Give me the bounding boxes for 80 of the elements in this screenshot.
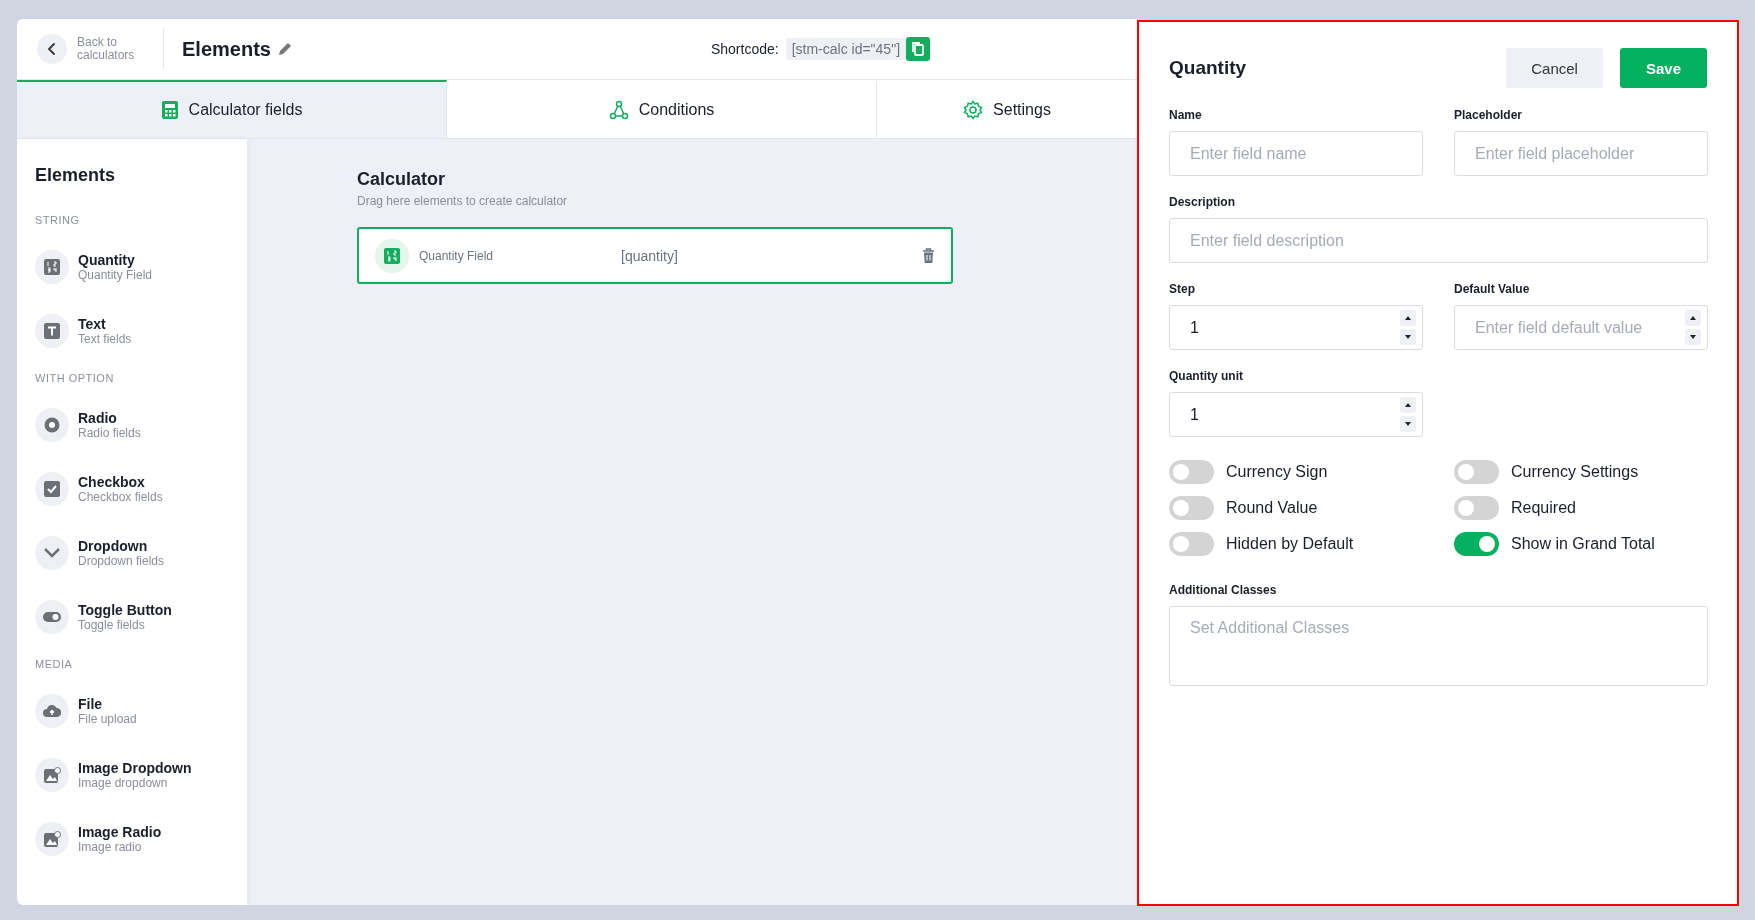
toggle-switch[interactable] bbox=[1454, 496, 1499, 520]
field-label: Placeholder bbox=[1454, 108, 1524, 122]
decrement-icon[interactable] bbox=[1400, 416, 1416, 432]
field-label: Description bbox=[1169, 195, 1236, 209]
element-subtitle: Radio fields bbox=[78, 426, 141, 440]
element-title: Image Radio bbox=[78, 824, 162, 840]
toggle-label: Currency Settings bbox=[1511, 463, 1639, 481]
canvas-subtitle: Drag here elements to create calculator bbox=[357, 194, 569, 208]
textarea-field[interactable]: Set Additional Classes bbox=[1169, 606, 1708, 686]
decrement-icon[interactable] bbox=[1400, 329, 1416, 345]
field-code: [quantity] bbox=[621, 247, 678, 264]
field-card[interactable]: Quantity Field [quantity] bbox=[357, 227, 953, 284]
image-icon[interactable] bbox=[35, 822, 69, 856]
element-subtitle: Checkbox fields bbox=[78, 490, 163, 504]
field-label: Default Value bbox=[1454, 282, 1531, 296]
text-icon[interactable] bbox=[35, 314, 69, 348]
toggle-label: Show in Grand Total bbox=[1511, 535, 1655, 553]
field-label: Additional Classes bbox=[1169, 583, 1278, 597]
shortcode-label: Shortcode: bbox=[710, 41, 779, 57]
calculator-icon bbox=[160, 100, 179, 120]
image-icon[interactable] bbox=[35, 758, 69, 792]
nodes-icon bbox=[608, 100, 629, 120]
cancel-button[interactable]: Cancel bbox=[1506, 48, 1603, 88]
chevron-down-icon[interactable] bbox=[35, 536, 69, 570]
element-subtitle: Quantity Field bbox=[78, 268, 153, 282]
element-title: Image Dropdown bbox=[78, 760, 192, 776]
canvas-title: Calculator bbox=[357, 169, 447, 190]
checkbox-icon[interactable] bbox=[35, 472, 69, 506]
group-heading: MEDIA bbox=[35, 658, 74, 670]
element-subtitle: Image dropdown bbox=[78, 776, 169, 790]
element-subtitle: Dropdown fields bbox=[78, 554, 165, 568]
toggle-label: Hidden by Default bbox=[1226, 535, 1354, 553]
toggle-switch[interactable] bbox=[1454, 532, 1499, 556]
toggle-label: Required bbox=[1511, 499, 1576, 517]
element-title: Radio bbox=[78, 410, 118, 426]
element-title: File bbox=[78, 696, 104, 712]
cloud-upload-icon[interactable] bbox=[35, 694, 69, 728]
increment-icon[interactable] bbox=[1685, 310, 1701, 326]
trash-icon[interactable] bbox=[922, 248, 935, 263]
pencil-icon[interactable] bbox=[276, 41, 293, 57]
toggle-switch[interactable] bbox=[1169, 496, 1214, 520]
element-title: Text bbox=[78, 316, 107, 332]
field-label: Name bbox=[1169, 108, 1203, 122]
toggle-switch[interactable] bbox=[1169, 460, 1214, 484]
field-label: Quantity unit bbox=[1169, 369, 1244, 383]
radio-icon[interactable] bbox=[35, 408, 69, 442]
increment-icon[interactable] bbox=[1400, 397, 1416, 413]
toggle-switch[interactable] bbox=[1454, 460, 1499, 484]
shortcode-value: [stm-calc id="45"] bbox=[785, 38, 907, 60]
element-title: Toggle Button bbox=[78, 602, 172, 618]
copy-button[interactable] bbox=[906, 37, 931, 61]
toggle-label: Currency Sign bbox=[1226, 463, 1328, 481]
group-heading: STRING bbox=[35, 214, 81, 226]
element-title: Dropdown bbox=[78, 538, 149, 554]
toggle-icon[interactable] bbox=[35, 600, 69, 634]
group-heading: WITH OPTION bbox=[35, 372, 115, 384]
element-subtitle: File upload bbox=[78, 712, 137, 726]
element-title: Quantity bbox=[78, 252, 136, 268]
input-field[interactable]: Enter field name bbox=[1169, 131, 1423, 176]
copy-icon[interactable] bbox=[911, 41, 926, 57]
numbers-icon[interactable] bbox=[35, 250, 69, 284]
element-subtitle: Toggle fields bbox=[78, 618, 146, 632]
settings-icon bbox=[963, 100, 984, 120]
toggle-switch[interactable] bbox=[1169, 532, 1214, 556]
element-subtitle: Image radio bbox=[78, 840, 143, 854]
sidebar-title: Elements bbox=[35, 165, 117, 186]
toggle-label: Round Value bbox=[1226, 499, 1318, 517]
input-field[interactable]: Enter field placeholder bbox=[1454, 131, 1708, 176]
numbers-icon bbox=[375, 238, 409, 273]
back-button[interactable] bbox=[37, 34, 67, 64]
element-title: Checkbox bbox=[78, 474, 146, 490]
panel-title: Quantity bbox=[1169, 57, 1247, 79]
element-subtitle: Text fields bbox=[78, 332, 132, 346]
field-label: Quantity Field bbox=[419, 248, 495, 263]
decrement-icon[interactable] bbox=[1685, 329, 1701, 345]
increment-icon[interactable] bbox=[1400, 310, 1416, 326]
input-field[interactable]: Enter field description bbox=[1169, 218, 1708, 263]
tab[interactable]: Calculator fields bbox=[17, 80, 447, 138]
field-label: Step bbox=[1169, 282, 1196, 296]
page-title: Elements bbox=[182, 37, 271, 61]
